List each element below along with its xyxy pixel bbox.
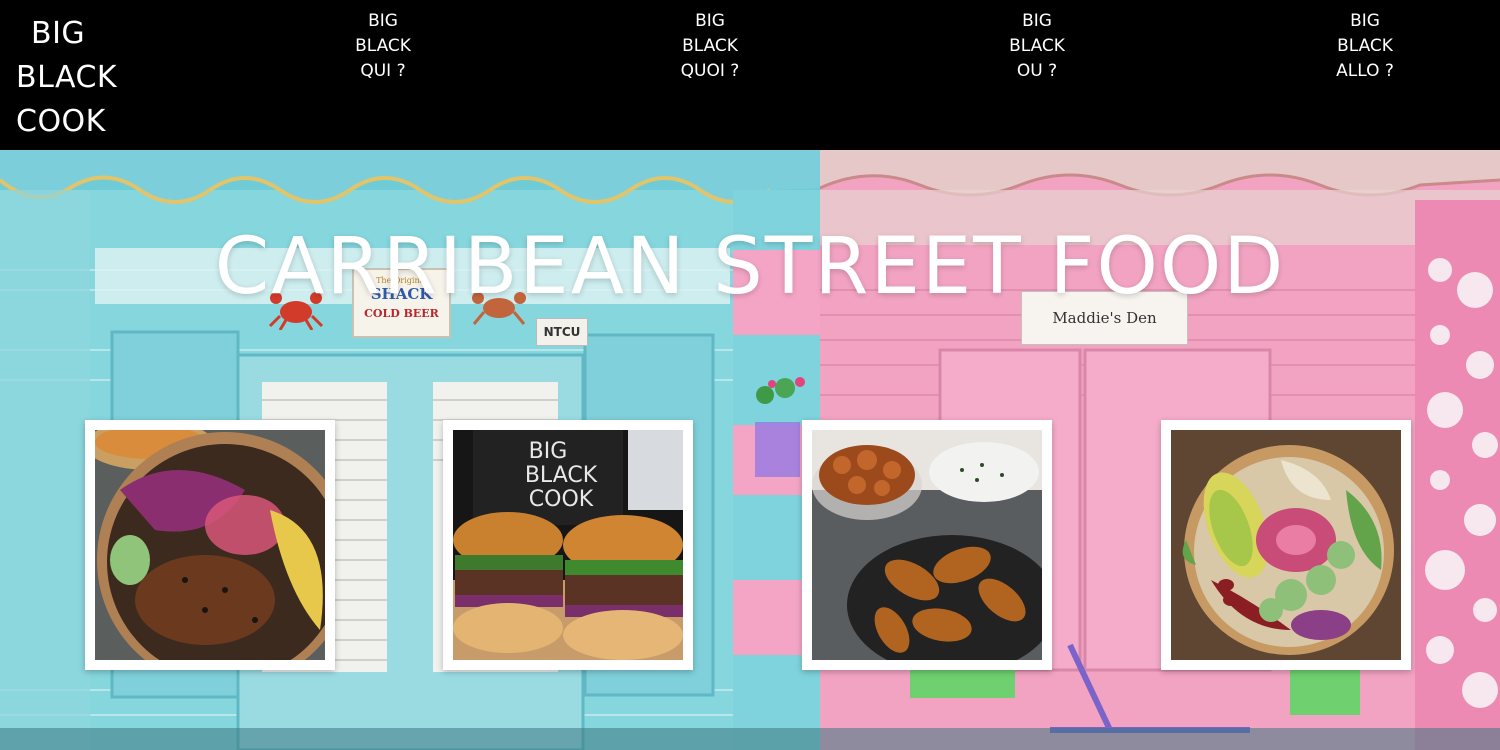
nav-link-line: BIG [1022,11,1052,31]
nav-link-line: OU ? [1016,61,1058,81]
apron-line-3: COOK [529,487,594,512]
chicken-wings-image [812,430,1042,660]
logo-line-1: BIG [31,16,86,51]
salad-bowl-image [1171,430,1401,660]
nav-link-line: BLACK [355,36,411,56]
food-bowl-image [95,430,325,660]
gallery-photo-burgers[interactable]: BIG BLACK COOK [443,420,693,670]
hero-section: The Original SHACK COLD BEER NTCU Maddie… [0,150,1500,750]
gallery-photo-bowl-chicken[interactable] [85,420,335,670]
nav-link-qui[interactable]: BIG BLACK QUI ? [318,9,448,84]
nav-link-line: BLACK [1009,36,1065,56]
nav-link-line: QUOI ? [680,61,740,81]
burgers-image: BIG BLACK COOK [453,430,683,660]
nav-link-line: QUI ? [360,61,406,81]
nav-link-line: BLACK [1337,36,1393,56]
gallery-photo-bowl-salad[interactable] [1161,420,1411,670]
nav-link-line: BIG [368,11,398,31]
nav-link-allo[interactable]: BIG BLACK ALLO ? [1300,9,1430,84]
hero-bottom-strip [0,728,1500,750]
apron-line-1: BIG [529,439,568,464]
logo-line-3: COOK [16,104,106,139]
nav-link-quoi[interactable]: BIG BLACK QUOI ? [645,9,775,84]
nav-link-line: ALLO ? [1336,61,1394,81]
top-navigation-bar: BIG BLACK COOK BIG BLACK QUI ? BIG BLACK… [0,0,1500,150]
nav-link-ou[interactable]: BIG BLACK OU ? [972,9,1102,84]
nav-link-line: BIG [1350,11,1380,31]
ntcu-sign: NTCU [536,318,588,346]
apron-line-2: BLACK [525,463,598,488]
nav-link-line: BLACK [682,36,738,56]
hero-title: CARRIBEAN STREET FOOD [214,222,1286,312]
gallery-photo-chicken-wings[interactable] [802,420,1052,670]
logo-line-2: BLACK [16,60,118,95]
site-logo[interactable]: BIG BLACK COOK [16,12,117,144]
nav-link-line: BIG [695,11,725,31]
